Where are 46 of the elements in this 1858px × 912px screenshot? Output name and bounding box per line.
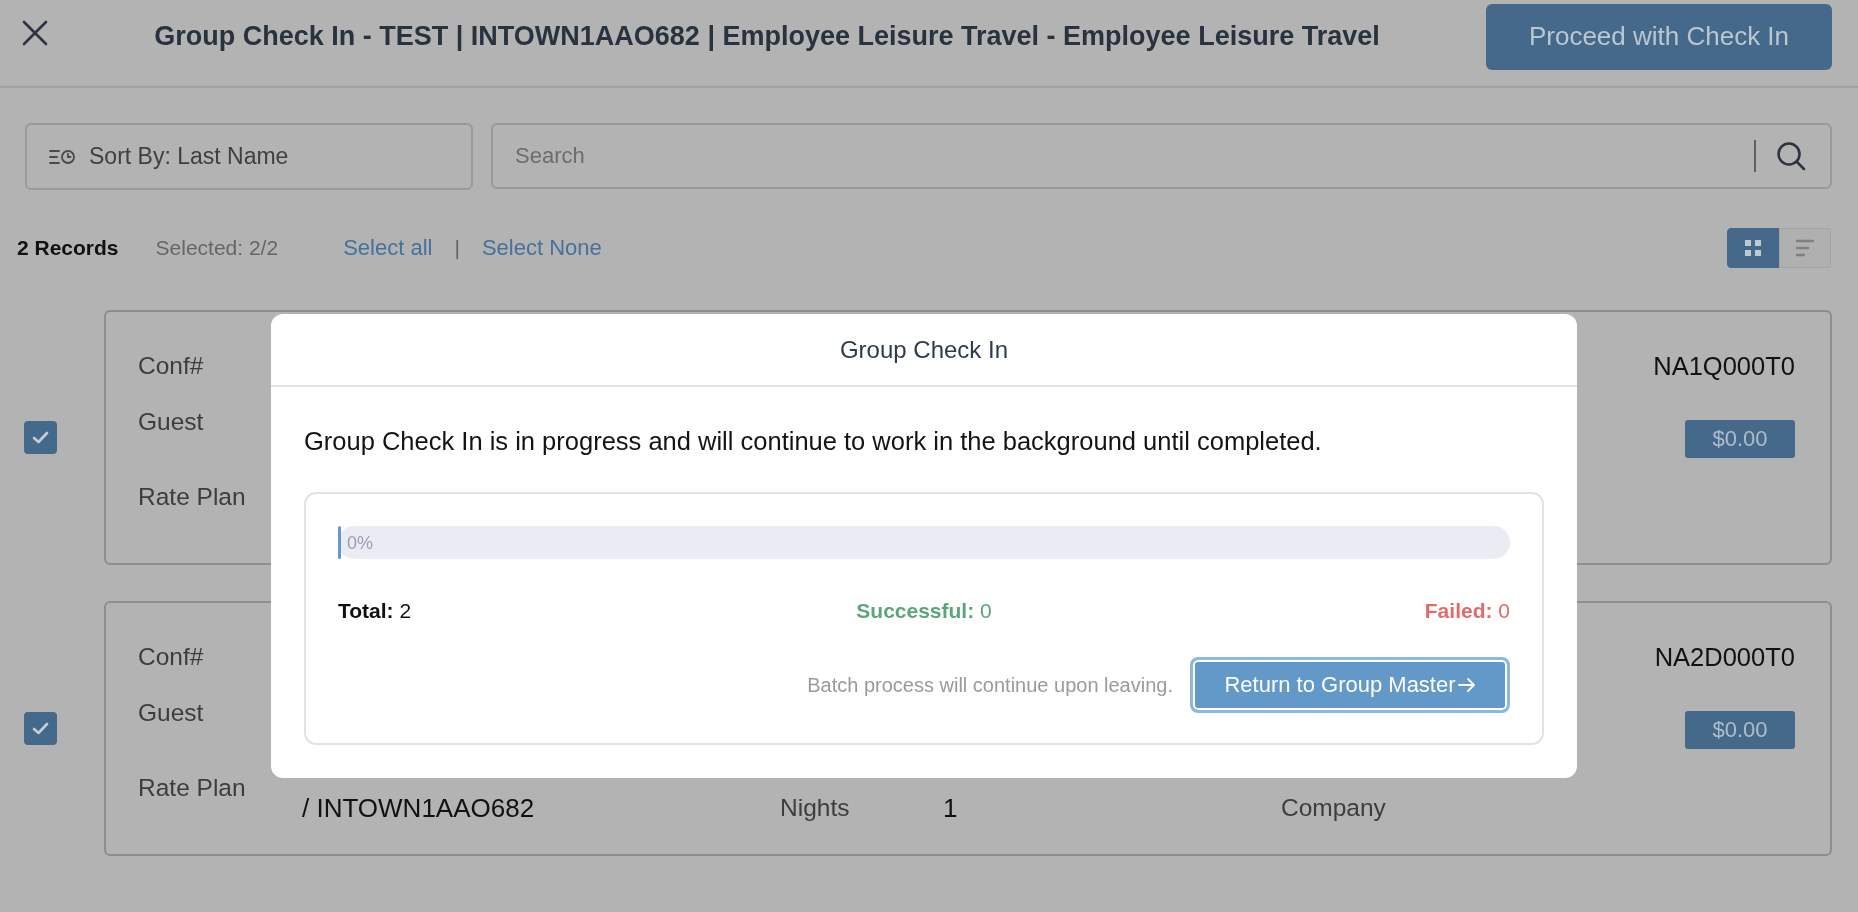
select-link[interactable]: Select all: [343, 235, 433, 261]
proceed-button[interactable]: Proceed with Check In: [1486, 3, 1832, 70]
field-label: Nights: [780, 793, 851, 823]
batch-note: Batch process will continue upon leaving.: [807, 673, 1173, 697]
field-label: Company: [1281, 793, 1387, 823]
grid-icon: [1745, 240, 1761, 256]
sort-dropdown[interactable]: Sort By: Last Name: [25, 123, 473, 190]
close-button[interactable]: [22, 19, 48, 46]
field-label: Rate Plan: [138, 482, 247, 512]
view-toggle-button[interactable]: [1727, 228, 1779, 268]
select-link[interactable]: Select None: [481, 235, 602, 261]
stat-count: Failed: 0: [1424, 599, 1510, 623]
balance-badge: $0.00: [1685, 711, 1795, 749]
field-label: Conf#: [138, 351, 205, 381]
check-icon: [32, 431, 49, 444]
field-value: / INTOWN1AAO682: [302, 793, 536, 823]
field-label: Guest: [138, 698, 205, 728]
balance-badge: $0.00: [1685, 420, 1795, 458]
check-icon: [32, 722, 49, 735]
search-input[interactable]: Search: [513, 136, 1754, 176]
return-button[interactable]: Return to Group Master: [1190, 657, 1510, 713]
field-label: Guest: [138, 407, 205, 437]
search-field[interactable]: Search: [491, 123, 1832, 189]
dialog-message: Group Check In is in progress and will continue to work in the background until completed.: [304, 426, 1323, 457]
link-separator: |: [454, 236, 460, 260]
sort-icon: [49, 148, 75, 165]
selected-count: Selected: 2/2: [155, 236, 279, 260]
row-checkbox[interactable]: [24, 712, 57, 745]
field-label: Rate Plan: [138, 773, 247, 803]
arrow-right-icon: [1457, 677, 1476, 693]
view-toggle-button[interactable]: [1779, 228, 1831, 268]
dialog-title: Group Check In: [839, 335, 1009, 364]
row-checkbox[interactable]: [24, 421, 57, 454]
confirmation-number: NA1Q000T0: [1653, 351, 1795, 381]
field-value: 1: [943, 793, 959, 823]
search-icon: [1776, 141, 1806, 171]
record-count: 2 Records: [17, 236, 119, 260]
search-button[interactable]: [1776, 141, 1806, 171]
list-icon: [1795, 239, 1815, 257]
field-label: Conf#: [138, 642, 205, 672]
confirmation-number: NA2D000T0: [1654, 642, 1795, 672]
stat-count: Total: 2: [338, 599, 412, 623]
page-title: Group Check In - TEST | INTOWN1AAO682 | Employee Leisure Travel - Employee Leisure Travel: [153, 21, 1381, 52]
progress-percent: 0%: [347, 532, 373, 553]
close-icon: [22, 19, 48, 46]
stat-count: Successful: 0: [856, 599, 992, 623]
